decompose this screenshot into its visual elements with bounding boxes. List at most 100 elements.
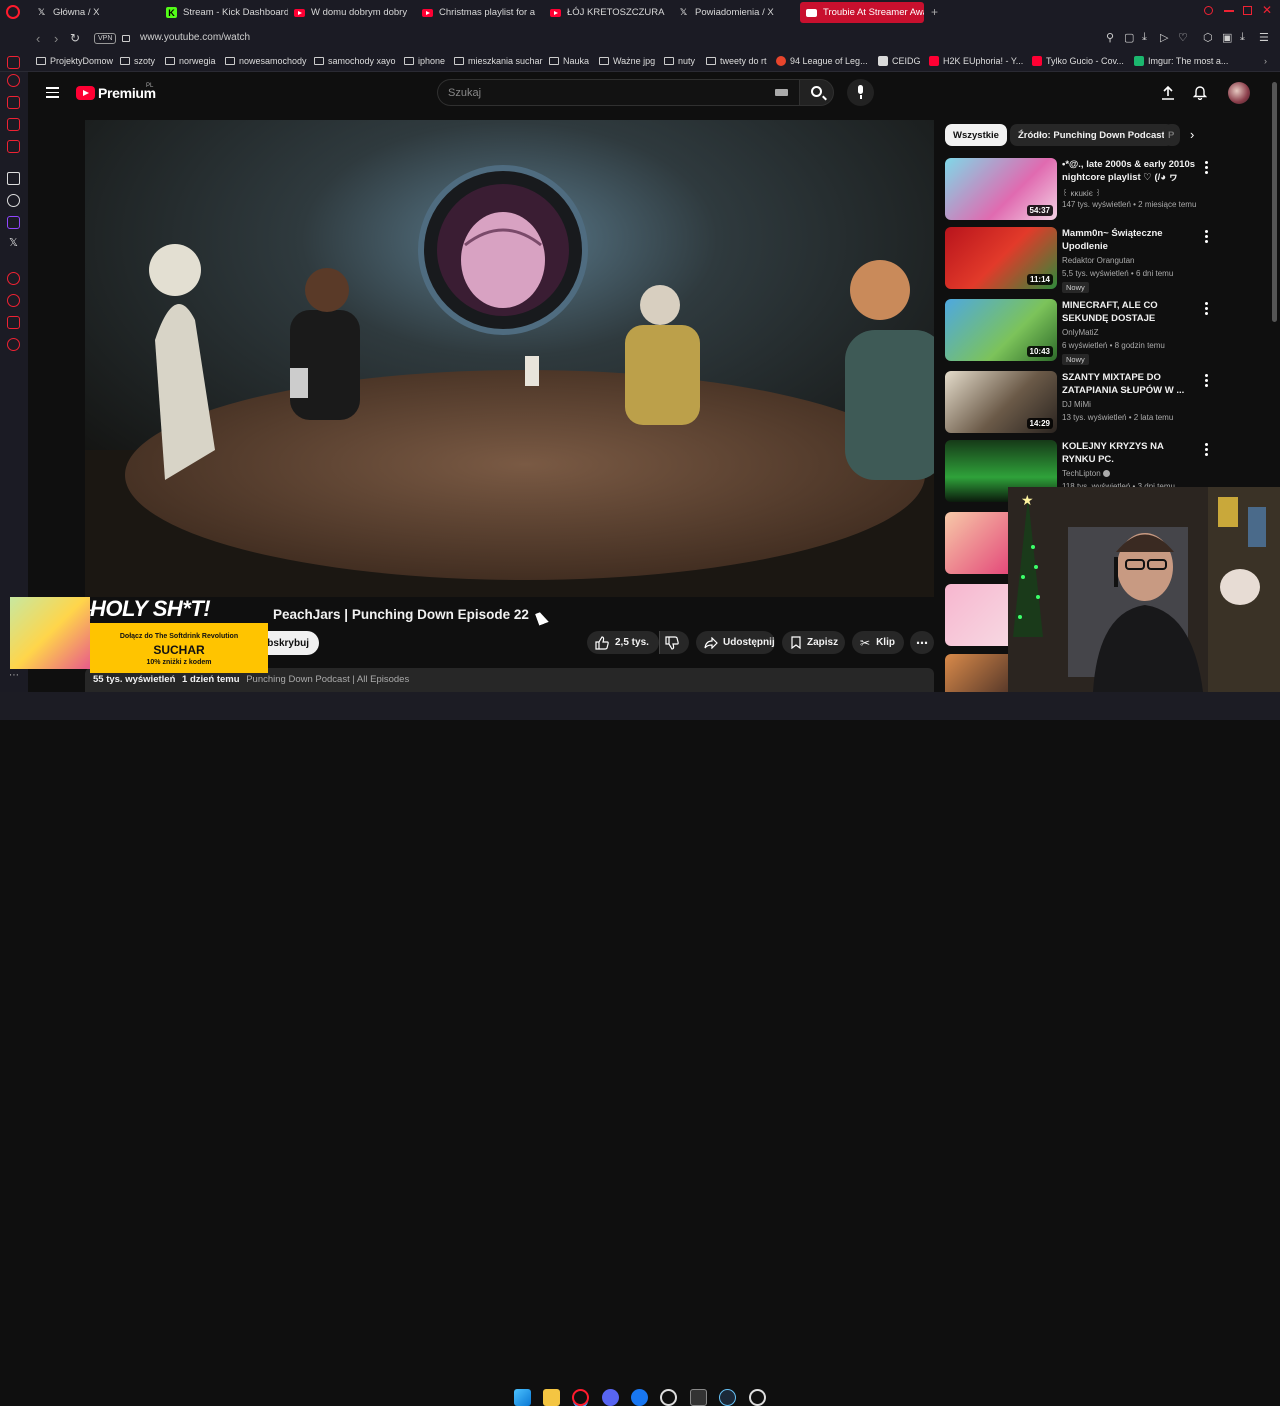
video-player[interactable] xyxy=(85,120,934,597)
page-scrollbar[interactable] xyxy=(1272,82,1277,322)
wallet-icon[interactable]: ▣ xyxy=(1222,31,1232,44)
notifications-icon[interactable] xyxy=(1193,84,1207,100)
avatar[interactable] xyxy=(1228,82,1250,104)
tab-youtube-active[interactable]: Troubie At Streamer Awar xyxy=(800,2,924,23)
video-thumbnail[interactable]: 10:43 xyxy=(945,299,1057,361)
aria-icon[interactable] xyxy=(7,74,20,87)
bookmark-h2k[interactable]: H2K EUphoria! - Y... xyxy=(929,56,1023,66)
history-icon[interactable] xyxy=(7,294,20,307)
close-icon[interactable]: ✕ xyxy=(1262,3,1272,17)
rec-channel[interactable]: TechLipton xyxy=(1062,469,1110,478)
bookmark-league[interactable]: 94 League of Leg... xyxy=(776,56,868,66)
rec-title[interactable]: SZANTY MIXTAPE DO ZATAPIANIA SŁUPÓW W ..… xyxy=(1062,372,1196,397)
bookmark-ceidg[interactable]: CEIDG xyxy=(878,56,921,66)
obs-icon[interactable] xyxy=(660,1389,677,1406)
easy-setup-icon[interactable]: ☰ xyxy=(1259,31,1269,44)
voice-search-button[interactable] xyxy=(847,79,874,106)
downloads-icon[interactable]: ⤓ xyxy=(1240,31,1245,44)
discord-icon[interactable] xyxy=(7,194,20,207)
video-thumbnail[interactable] xyxy=(945,512,1008,574)
more-vert-icon[interactable] xyxy=(1205,230,1209,245)
list-item[interactable]: 10:43 MINECRAFT, ALE CO SEKUNDĘ DOSTAJE … xyxy=(945,299,1210,365)
bookmark-folder[interactable]: szoty xyxy=(120,56,155,66)
video-thumbnail[interactable]: 14:29 xyxy=(945,371,1057,433)
file-explorer-icon[interactable] xyxy=(543,1389,560,1406)
video-thumbnail[interactable]: 11:14 xyxy=(945,227,1057,289)
list-item[interactable]: 54:37 •*@., late 2000s & early 2010s nig… xyxy=(945,158,1210,222)
bookmark-folder[interactable]: tweety do rt xyxy=(706,56,767,66)
rec-title[interactable]: Mamm0n~ Świąteczne Upodlenie xyxy=(1062,228,1196,253)
pinboards-icon[interactable] xyxy=(7,316,20,329)
like-button[interactable]: 2,5 tys. xyxy=(587,631,659,654)
bookmark-folder[interactable]: mieszkania suchar xyxy=(454,56,543,66)
player-icon[interactable] xyxy=(7,272,20,285)
bookmark-folder[interactable]: iphone xyxy=(404,56,445,66)
dislike-button[interactable] xyxy=(659,631,689,654)
more-vert-icon[interactable] xyxy=(1205,302,1209,317)
gog-icon[interactable] xyxy=(749,1389,766,1406)
save-button[interactable]: Zapisz xyxy=(782,631,845,654)
list-item[interactable]: 11:14 Mamm0n~ Świąteczne Upodlenie Redak… xyxy=(945,227,1210,293)
bookmark-tylko-gucio[interactable]: Tylko Gucio - Cov... xyxy=(1032,56,1124,66)
gmail-icon[interactable] xyxy=(7,140,20,153)
list-item[interactable]: 14:29 SZANTY MIXTAPE DO ZATAPIANIA SŁUPÓ… xyxy=(945,371,1210,435)
bookmarks-overflow-icon[interactable]: › xyxy=(1264,56,1267,66)
menu-icon[interactable] xyxy=(46,87,59,98)
more-vert-icon[interactable] xyxy=(1205,161,1209,176)
bookmark-folder[interactable]: samochody xayo xyxy=(314,56,396,66)
pin-icon[interactable]: ⚲ xyxy=(1106,31,1114,44)
video-thumbnail[interactable] xyxy=(945,584,1008,646)
rec-channel[interactable]: DJ MiMi xyxy=(1062,400,1091,409)
shopping-icon[interactable] xyxy=(7,96,20,109)
description-links[interactable]: Punching Down Podcast | All Episodes xyxy=(246,674,409,685)
steam-icon[interactable] xyxy=(719,1389,736,1406)
search-button[interactable] xyxy=(799,79,834,106)
bookmark-imgur[interactable]: Imgur: The most a... xyxy=(1134,56,1228,66)
x-logo-icon[interactable]: 𝕏 xyxy=(9,236,18,249)
opera-icon[interactable] xyxy=(572,1389,589,1406)
search-tabs-icon[interactable] xyxy=(1204,6,1213,15)
speed-dial-icon[interactable] xyxy=(7,56,20,69)
chip-source[interactable]: Źródło: Punching Down Podcast xyxy=(1010,124,1173,146)
tiktok-icon[interactable] xyxy=(7,172,20,185)
windows-start-icon[interactable] xyxy=(514,1389,531,1406)
reload-icon[interactable]: ↻ xyxy=(70,31,80,45)
youtube-logo[interactable]: Premium PL xyxy=(76,83,156,101)
bookmark-folder[interactable]: nowesamochody xyxy=(225,56,307,66)
tab-youtube-2[interactable]: Christmas playlist for a co xyxy=(416,2,538,23)
upload-icon[interactable] xyxy=(1161,85,1175,101)
chip-all[interactable]: Wszystkie xyxy=(945,124,1007,146)
url-field[interactable]: www.youtube.com/watch xyxy=(140,32,250,43)
vpn-badge[interactable]: VPN xyxy=(94,33,117,44)
rec-channel[interactable]: ꒰ ĸĸuĸiє ꒱ xyxy=(1062,187,1101,198)
terminal-icon[interactable] xyxy=(690,1389,707,1406)
twitch-icon[interactable] xyxy=(7,216,20,229)
download-page-icon[interactable]: ⤓ xyxy=(1142,31,1147,44)
bookmark-folder[interactable]: Nauka xyxy=(549,56,589,66)
more-vert-icon[interactable] xyxy=(1205,443,1209,458)
extensions-icon[interactable]: ⬡ xyxy=(1203,31,1213,44)
keyboard-icon[interactable] xyxy=(775,89,788,96)
rec-channel[interactable]: Redaktor Orangutan xyxy=(1062,256,1135,265)
forward-icon[interactable]: › xyxy=(54,31,58,46)
heart-icon[interactable]: ♡ xyxy=(1178,31,1188,44)
bookmark-folder[interactable]: norwegia xyxy=(165,56,216,66)
play-icon[interactable]: ▷ xyxy=(1160,31,1168,44)
lock-icon[interactable] xyxy=(122,35,130,42)
tab-x-home[interactable]: 𝕏 Główna / X xyxy=(30,2,158,23)
tab-kick[interactable]: K Stream - Kick Dashboard xyxy=(160,2,288,23)
video-thumbnail[interactable]: 54:37 xyxy=(945,158,1057,220)
bookmark-folder[interactable]: nuty xyxy=(664,56,695,66)
video-thumbnail[interactable] xyxy=(945,654,1008,692)
minimize-icon[interactable] xyxy=(1224,10,1234,12)
bookmark-folder[interactable]: ProjektyDomow xyxy=(36,56,113,66)
rec-title[interactable]: MINECRAFT, ALE CO SEKUNDĘ DOSTAJE LOSOWE… xyxy=(1062,300,1196,326)
chip-more[interactable]: P xyxy=(1164,124,1180,146)
settings-icon[interactable] xyxy=(7,338,20,351)
tab-x-notifications[interactable]: 𝕏 Powiadomienia / X xyxy=(672,2,794,23)
maximize-icon[interactable] xyxy=(1243,6,1252,15)
more-actions-button[interactable]: ⋯ xyxy=(910,631,934,654)
rec-channel[interactable]: OnlyMatiZ xyxy=(1062,328,1098,337)
rec-title[interactable]: •*@., late 2000s & early 2010s nightcore… xyxy=(1062,159,1196,185)
facebook-icon[interactable] xyxy=(631,1389,648,1406)
